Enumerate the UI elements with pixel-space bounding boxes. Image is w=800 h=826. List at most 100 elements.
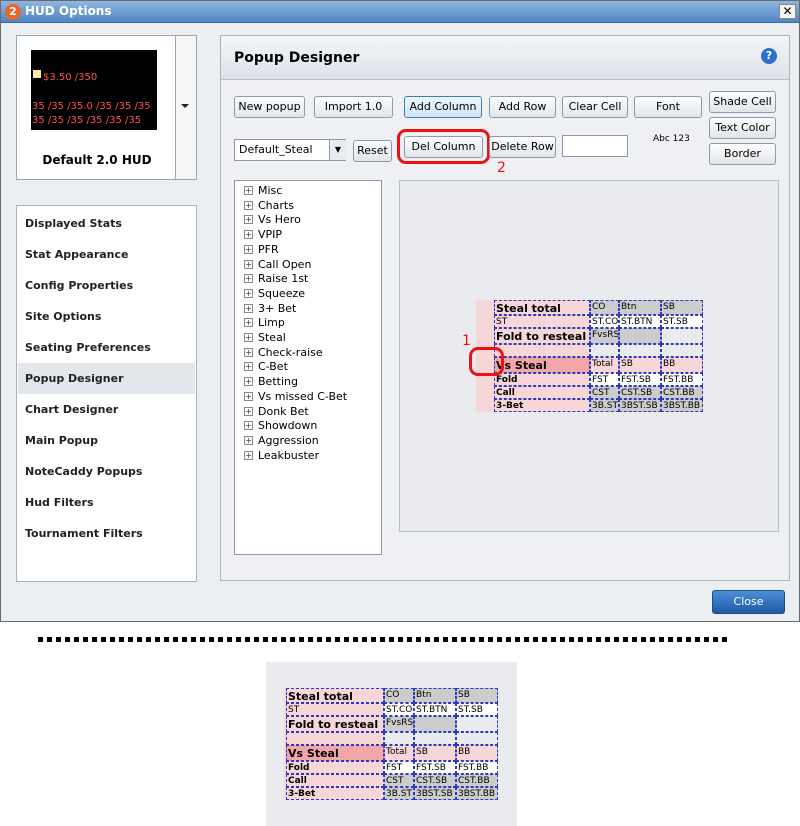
clear-cell-button[interactable]: Clear Cell (562, 96, 628, 118)
grid-cell[interactable]: ST.SB (661, 315, 703, 328)
tree-item[interactable]: + Betting (244, 375, 298, 389)
tree-item[interactable]: + Vs Hero (244, 213, 301, 227)
tree-item[interactable]: +3+ Bet (244, 302, 296, 316)
expand-icon[interactable]: + (244, 274, 253, 284)
popup-select[interactable]: Default_Steal ▼ (234, 139, 346, 161)
grid-cell[interactable]: BB (661, 357, 703, 373)
expand-icon[interactable]: + (244, 347, 253, 357)
tree-item[interactable]: + Steal (244, 331, 286, 345)
grid-cell[interactable]: Vs Steal (494, 357, 590, 373)
expand-icon[interactable]: + (244, 391, 253, 401)
grid-spacer-cell[interactable] (476, 399, 494, 412)
grid-cell[interactable]: Fold to resteal (494, 328, 590, 344)
tree-item[interactable]: + Check-raise (244, 346, 323, 360)
grid-cell[interactable]: FvsRS (590, 328, 619, 344)
tree-item[interactable]: + Donk Bet (244, 405, 309, 419)
expand-icon[interactable]: + (244, 244, 253, 254)
grid-spacer-cell[interactable] (476, 300, 494, 315)
tree-item[interactable]: + Call Open (244, 258, 311, 272)
sidebar-item[interactable]: Site Options (18, 301, 195, 332)
grid-cell[interactable]: 3B.ST (590, 399, 619, 412)
grid-cell[interactable]: ST.BTN (619, 315, 661, 328)
sidebar-item[interactable]: Displayed Stats (18, 208, 195, 239)
sidebar-item[interactable]: Seating Preferences (18, 332, 195, 363)
delete-row-button[interactable]: Delete Row (489, 136, 556, 158)
expand-icon[interactable]: + (244, 230, 253, 240)
expand-icon[interactable]: + (244, 406, 253, 416)
tree-item[interactable]: + Vs missed C-Bet (244, 390, 347, 404)
expand-icon[interactable]: + (244, 421, 253, 431)
grid-cell[interactable]: Steal total (494, 300, 590, 315)
chevron-down-icon[interactable]: ▼ (329, 140, 346, 160)
add-row-button[interactable]: Add Row (489, 96, 556, 118)
expand-icon[interactable]: + (244, 450, 253, 460)
add-column-button[interactable]: Add Column (404, 96, 482, 118)
text-color-button[interactable]: Text Color (709, 117, 776, 139)
expand-icon[interactable]: + (244, 362, 253, 372)
grid-cell[interactable] (619, 344, 661, 357)
shade-cell-button[interactable]: Shade Cell (709, 91, 776, 113)
font-size-input[interactable] (562, 135, 628, 157)
sidebar-item[interactable]: Popup Designer (18, 363, 195, 394)
sidebar-item[interactable]: Hud Filters (18, 487, 195, 518)
grid-cell[interactable] (619, 328, 661, 344)
grid-cell[interactable]: 3BST.SB (619, 399, 661, 412)
grid-cell[interactable]: ST (494, 315, 590, 328)
grid-cell[interactable]: CST (590, 386, 619, 399)
grid-cell[interactable]: SB (619, 357, 661, 373)
grid-cell[interactable]: 3BST.BB (661, 399, 703, 412)
sidebar-item[interactable]: Stat Appearance (18, 239, 195, 270)
grid-cell[interactable]: Call (494, 386, 590, 399)
expand-icon[interactable]: + (244, 303, 253, 313)
grid-cell[interactable]: FST.SB (619, 373, 661, 386)
grid-cell[interactable]: Total (590, 357, 619, 373)
close-button[interactable]: Close (712, 590, 785, 614)
tree-item[interactable]: + Charts (244, 199, 294, 213)
grid-cell[interactable] (661, 328, 703, 344)
expand-icon[interactable]: + (244, 186, 253, 195)
popup-grid[interactable]: Steal total CO Btn SB ST ST.CO ST.BTN ST.SB Fold… (476, 300, 704, 412)
grid-cell[interactable]: ST.CO (590, 315, 619, 328)
hud-selector[interactable]: $3.50 /350 35 /35 /35.0 /35 /35 /35 35 /… (16, 35, 197, 180)
new-popup-button[interactable]: New popup (234, 96, 305, 118)
expand-icon[interactable]: + (244, 318, 253, 328)
grid-cell[interactable]: CO (590, 300, 619, 315)
tree-item[interactable]: + Leakbuster (244, 449, 319, 463)
sidebar-item[interactable]: Config Properties (18, 270, 195, 301)
help-icon[interactable]: ? (761, 48, 777, 64)
tree-item[interactable]: + Misc (244, 184, 282, 198)
reset-button[interactable]: Reset (353, 140, 392, 162)
grid-spacer-cell[interactable] (476, 386, 494, 399)
grid-cell[interactable]: FST.BB (661, 373, 703, 386)
tree-item[interactable]: + Aggression (244, 434, 319, 448)
border-button[interactable]: Border (709, 143, 776, 165)
expand-icon[interactable]: + (244, 377, 253, 387)
expand-icon[interactable]: + (244, 435, 253, 445)
expand-icon[interactable]: + (244, 288, 253, 298)
font-button[interactable]: Font (634, 96, 702, 118)
grid-cell[interactable]: 3-Bet (494, 399, 590, 412)
sidebar-item[interactable]: Main Popup (18, 425, 195, 456)
grid-cell[interactable] (494, 344, 590, 357)
window-close-icon[interactable]: ✕ (779, 4, 796, 19)
designer-canvas[interactable]: Steal total CO Btn SB ST ST.CO ST.BTN ST.SB Fold… (399, 180, 779, 532)
tree-item[interactable]: + PFR (244, 243, 279, 257)
hud-dropdown-button[interactable] (175, 36, 196, 179)
grid-cell[interactable]: Btn (619, 300, 661, 315)
expand-icon[interactable]: + (244, 215, 253, 225)
sidebar-item[interactable]: Tournament Filters (18, 518, 195, 549)
grid-cell[interactable]: FST (590, 373, 619, 386)
grid-cell[interactable] (590, 344, 619, 357)
sidebar-item[interactable]: Chart Designer (18, 394, 195, 425)
grid-spacer-cell[interactable] (476, 328, 494, 344)
grid-cell[interactable] (661, 344, 703, 357)
tree-item[interactable]: + C-Bet (244, 360, 288, 374)
sidebar-item[interactable]: NoteCaddy Popups (18, 456, 195, 487)
tree-item[interactable]: + Limp (244, 316, 285, 330)
expand-icon[interactable]: + (244, 333, 253, 342)
expand-icon[interactable]: + (244, 200, 253, 210)
expand-icon[interactable]: + (244, 259, 253, 269)
import-button[interactable]: Import 1.0 (314, 96, 393, 118)
tree-item[interactable]: + Raise 1st (244, 272, 308, 286)
grid-cell[interactable]: CST.SB (619, 386, 661, 399)
